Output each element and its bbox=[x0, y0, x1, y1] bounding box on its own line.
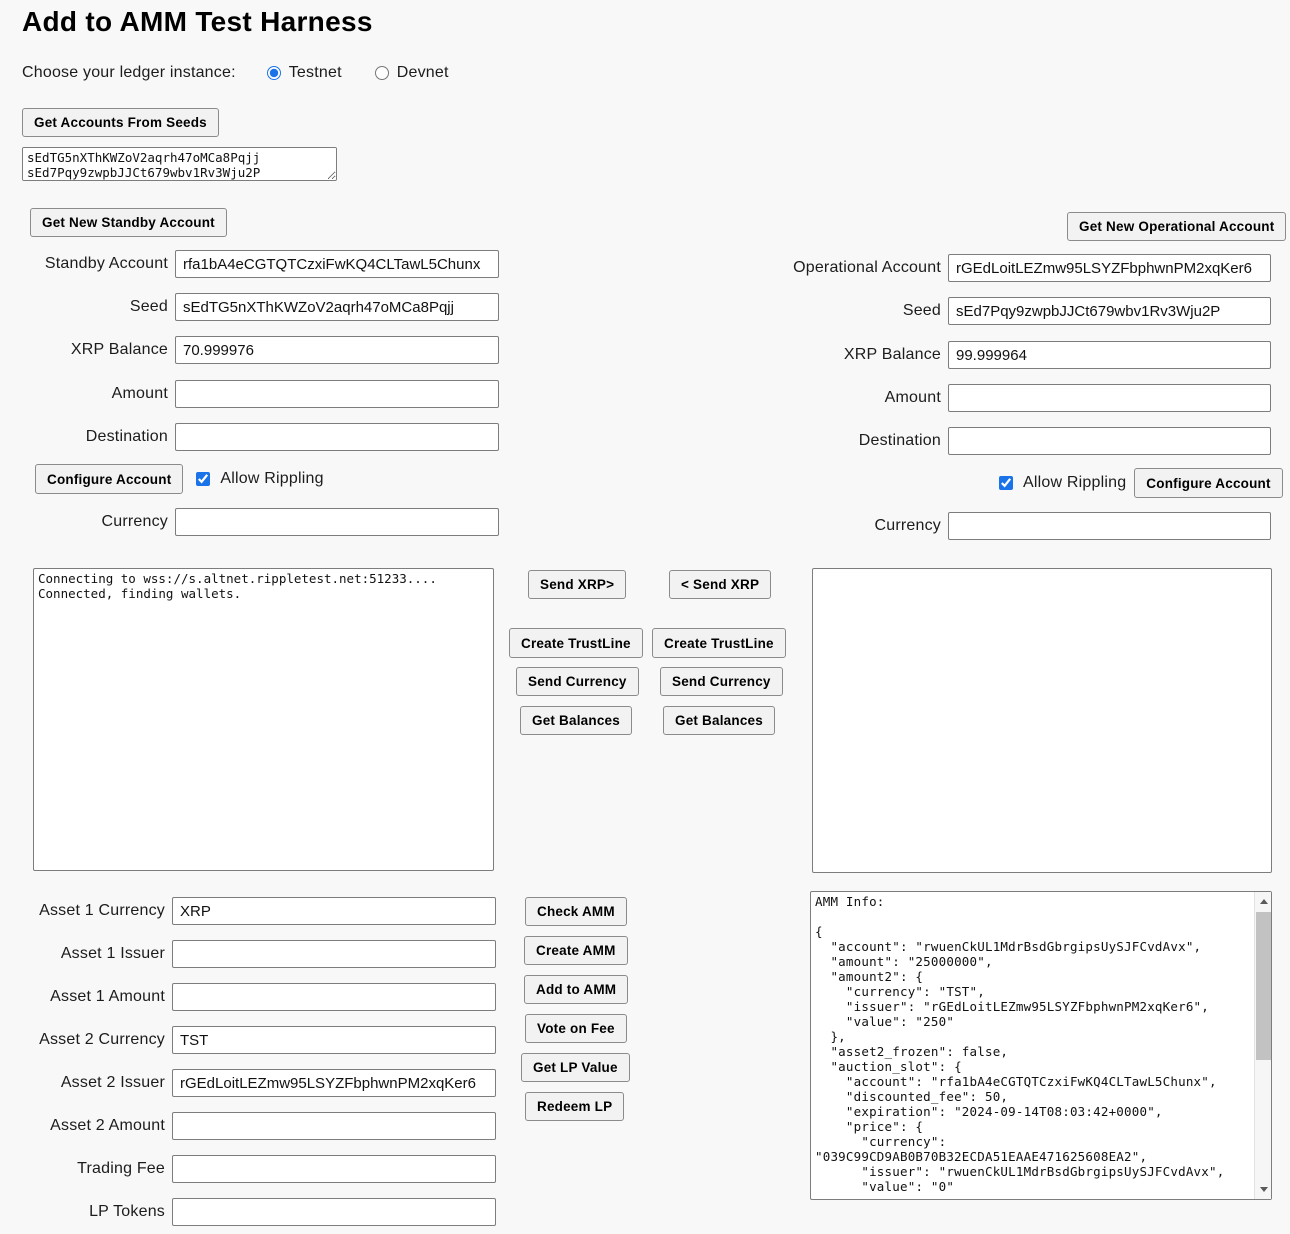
asset2-currency-input[interactable] bbox=[172, 1026, 496, 1054]
seeds-textarea[interactable]: sEdTG5nXThKWZoV2aqrh47oMCa8Pqjj sEd7Pqy9… bbox=[22, 147, 337, 181]
operational-destination-label: Destination bbox=[772, 432, 948, 450]
operational-currency-label: Currency bbox=[772, 517, 948, 535]
create-amm-button[interactable]: Create AMM bbox=[524, 936, 628, 965]
asset1-currency-input[interactable] bbox=[172, 897, 496, 925]
asset2-amount-label: Asset 2 Amount bbox=[0, 1117, 172, 1135]
add-to-amm-button[interactable]: Add to AMM bbox=[524, 975, 628, 1004]
devnet-radio[interactable] bbox=[375, 66, 389, 80]
check-amm-button[interactable]: Check AMM bbox=[525, 897, 627, 926]
operational-allow-rippling-label: Allow Rippling bbox=[1023, 474, 1126, 492]
asset2-issuer-label: Asset 2 Issuer bbox=[0, 1074, 172, 1092]
ledger-chooser-label: Choose your ledger instance: bbox=[22, 64, 236, 82]
page-title: Add to AMM Test Harness bbox=[22, 6, 373, 38]
trading-fee-input[interactable] bbox=[172, 1155, 496, 1183]
standby-amount-input[interactable] bbox=[175, 380, 499, 408]
ledger-chooser: Choose your ledger instance: Testnet Dev… bbox=[22, 64, 449, 82]
get-new-operational-account-button[interactable]: Get New Operational Account bbox=[1067, 212, 1286, 241]
lp-tokens-label: LP Tokens bbox=[0, 1203, 172, 1221]
standby-allow-rippling-checkbox[interactable] bbox=[196, 472, 210, 486]
amm-info-scrollbar[interactable] bbox=[1254, 892, 1271, 1199]
testnet-radio[interactable] bbox=[267, 66, 281, 80]
trading-fee-label: Trading Fee bbox=[0, 1160, 172, 1178]
get-balances-left-button[interactable]: Get Balances bbox=[520, 706, 632, 735]
scrollbar-thumb[interactable] bbox=[1256, 912, 1271, 1060]
standby-amount-label: Amount bbox=[0, 385, 175, 403]
standby-xrp-balance-label: XRP Balance bbox=[0, 341, 175, 359]
asset1-currency-label: Asset 1 Currency bbox=[0, 902, 172, 920]
standby-seed-label: Seed bbox=[0, 298, 175, 316]
get-accounts-from-seeds-button[interactable]: Get Accounts From Seeds bbox=[22, 108, 219, 137]
amm-info-panel[interactable]: AMM Info: { "account": "rwuenCkUL1MdrBsd… bbox=[810, 891, 1272, 1200]
standby-currency-input[interactable] bbox=[175, 508, 499, 536]
operational-account-input[interactable] bbox=[948, 254, 1271, 282]
operational-amount-label: Amount bbox=[772, 389, 948, 407]
standby-account-label: Standby Account bbox=[0, 255, 175, 273]
send-currency-right-button[interactable]: Send Currency bbox=[660, 667, 783, 696]
get-lp-value-button[interactable]: Get LP Value bbox=[521, 1053, 630, 1082]
operational-seed-label: Seed bbox=[772, 302, 948, 320]
get-new-standby-account-button[interactable]: Get New Standby Account bbox=[30, 208, 227, 237]
standby-allow-rippling-label: Allow Rippling bbox=[220, 470, 323, 488]
create-trustline-left-button[interactable]: Create TrustLine bbox=[509, 628, 643, 658]
operational-currency-input[interactable] bbox=[948, 512, 1271, 540]
asset1-amount-label: Asset 1 Amount bbox=[0, 988, 172, 1006]
asset1-amount-input[interactable] bbox=[172, 983, 496, 1011]
operational-account-label: Operational Account bbox=[772, 259, 948, 277]
amm-info-text: AMM Info: { "account": "rwuenCkUL1MdrBsd… bbox=[811, 892, 1254, 1199]
asset2-currency-label: Asset 2 Currency bbox=[0, 1031, 172, 1049]
lp-tokens-input[interactable] bbox=[172, 1198, 496, 1226]
get-balances-right-button[interactable]: Get Balances bbox=[663, 706, 775, 735]
asset2-amount-input[interactable] bbox=[172, 1112, 496, 1140]
standby-seed-input[interactable] bbox=[175, 293, 499, 321]
send-xrp-to-standby-button[interactable]: < Send XRP bbox=[669, 570, 771, 599]
operational-results-textarea[interactable] bbox=[812, 568, 1272, 873]
operational-allow-rippling-checkbox[interactable] bbox=[999, 476, 1013, 490]
standby-account-input[interactable] bbox=[175, 250, 499, 278]
operational-amount-input[interactable] bbox=[948, 384, 1271, 412]
standby-destination-input[interactable] bbox=[175, 423, 499, 451]
standby-currency-label: Currency bbox=[0, 513, 175, 531]
standby-xrp-balance-input[interactable] bbox=[175, 336, 499, 364]
standby-destination-label: Destination bbox=[0, 428, 175, 446]
devnet-radio-label: Devnet bbox=[397, 64, 449, 82]
scroll-down-icon[interactable] bbox=[1255, 1181, 1272, 1198]
create-trustline-right-button[interactable]: Create TrustLine bbox=[652, 628, 786, 658]
operational-configure-account-button[interactable]: Configure Account bbox=[1134, 468, 1282, 498]
operational-xrp-balance-label: XRP Balance bbox=[772, 346, 948, 364]
asset1-issuer-input[interactable] bbox=[172, 940, 496, 968]
operational-destination-input[interactable] bbox=[948, 427, 1271, 455]
operational-seed-input[interactable] bbox=[948, 297, 1271, 325]
redeem-lp-button[interactable]: Redeem LP bbox=[525, 1092, 624, 1121]
asset1-issuer-label: Asset 1 Issuer bbox=[0, 945, 172, 963]
standby-results-textarea[interactable]: Connecting to wss://s.altnet.rippletest.… bbox=[33, 568, 494, 871]
vote-on-fee-button[interactable]: Vote on Fee bbox=[525, 1014, 627, 1043]
testnet-radio-label: Testnet bbox=[289, 64, 342, 82]
scroll-up-icon[interactable] bbox=[1255, 893, 1272, 910]
standby-configure-account-button[interactable]: Configure Account bbox=[35, 464, 183, 494]
send-xrp-to-operational-button[interactable]: Send XRP> bbox=[528, 570, 626, 599]
operational-xrp-balance-input[interactable] bbox=[948, 341, 1271, 369]
send-currency-left-button[interactable]: Send Currency bbox=[516, 667, 639, 696]
asset2-issuer-input[interactable] bbox=[172, 1069, 496, 1097]
